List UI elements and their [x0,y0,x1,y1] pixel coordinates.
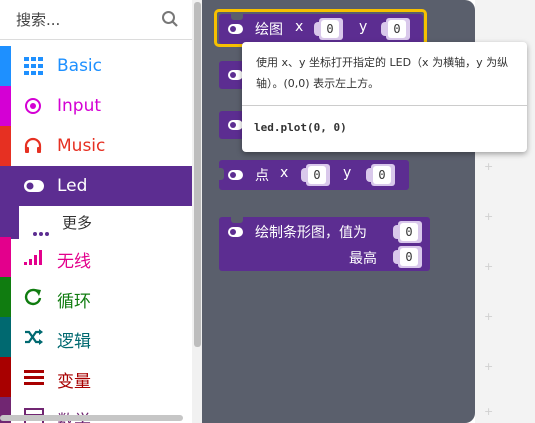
category-label: Input [57,96,102,116]
category-label: Led [57,176,88,196]
category-label: Music [57,136,106,156]
toolbox-scrollbar[interactable] [194,2,201,347]
bar-max-input[interactable]: 0 [393,246,425,268]
point-y-input[interactable]: 0 [366,164,398,186]
grid-icon [24,57,43,75]
category-label: 无线 [57,252,91,272]
plot-bar-graph-block[interactable]: 绘制条形图，值为 0 最高 0 [219,217,430,271]
category-label: 逻辑 [57,332,91,352]
category-music[interactable]: Music [0,126,192,166]
tooltip-divider [242,105,527,106]
point-y-label: y [343,165,352,181]
toolbox-horizontal-scrollbar[interactable] [0,415,183,421]
category-label: Basic [57,56,103,76]
category-basic[interactable]: Basic [0,46,192,86]
point-x-label: x [280,165,289,181]
point-x-input[interactable]: 0 [301,164,333,186]
category-led-more[interactable]: 更多 [0,206,192,239]
category-radio[interactable]: 无线 [0,237,192,277]
bar-graph-label: 绘制条形图，值为 [255,225,367,241]
toggle-icon [24,180,44,192]
point-y-value[interactable]: 0 [373,166,391,184]
category-label: 循环 [57,292,91,312]
headphones-icon [24,137,42,153]
bar-max-value[interactable]: 0 [400,248,418,266]
led-toggle-icon [228,227,243,237]
point-x-value[interactable]: 0 [308,166,326,184]
list-icon [24,370,44,385]
toolbox: Basic Input Music [0,0,202,423]
led-toggle-icon [228,170,243,180]
shuffle-icon [25,329,43,345]
category-logic[interactable]: 逻辑 [0,317,192,357]
category-input[interactable]: Input [0,86,192,126]
search-input[interactable] [0,0,160,40]
submenu-label: 更多 [62,214,93,232]
bar-max-label: 最高 [349,251,377,267]
refresh-icon [24,288,42,306]
category-led[interactable]: Led [0,166,192,206]
block-tooltip: 使用 x、y 坐标打开指定的 LED（x 为横轴，y 为纵轴）。(0,0) 表示… [242,42,527,152]
category-loops[interactable]: 循环 [0,277,192,317]
search-icon[interactable] [161,10,179,28]
led-toggle-icon [228,70,243,80]
signal-icon [24,250,42,265]
bar-value-input[interactable]: 0 [393,221,425,243]
makecode-editor: Basic Input Music [0,0,535,423]
point-block[interactable]: 点 x 0 y 0 [218,160,409,190]
target-icon [25,98,41,114]
led-toggle-icon [228,120,243,130]
bar-value[interactable]: 0 [400,223,418,241]
tooltip-code: led.plot(0, 0) [254,121,347,134]
point-label: 点 [255,168,269,184]
category-variables[interactable]: 变量 [0,357,192,397]
category-label: 变量 [57,372,91,392]
toolbox-search [0,0,192,40]
tooltip-description: 使用 x、y 坐标打开指定的 LED（x 为横轴，y 为纵轴）。(0,0) 表示… [256,56,509,90]
